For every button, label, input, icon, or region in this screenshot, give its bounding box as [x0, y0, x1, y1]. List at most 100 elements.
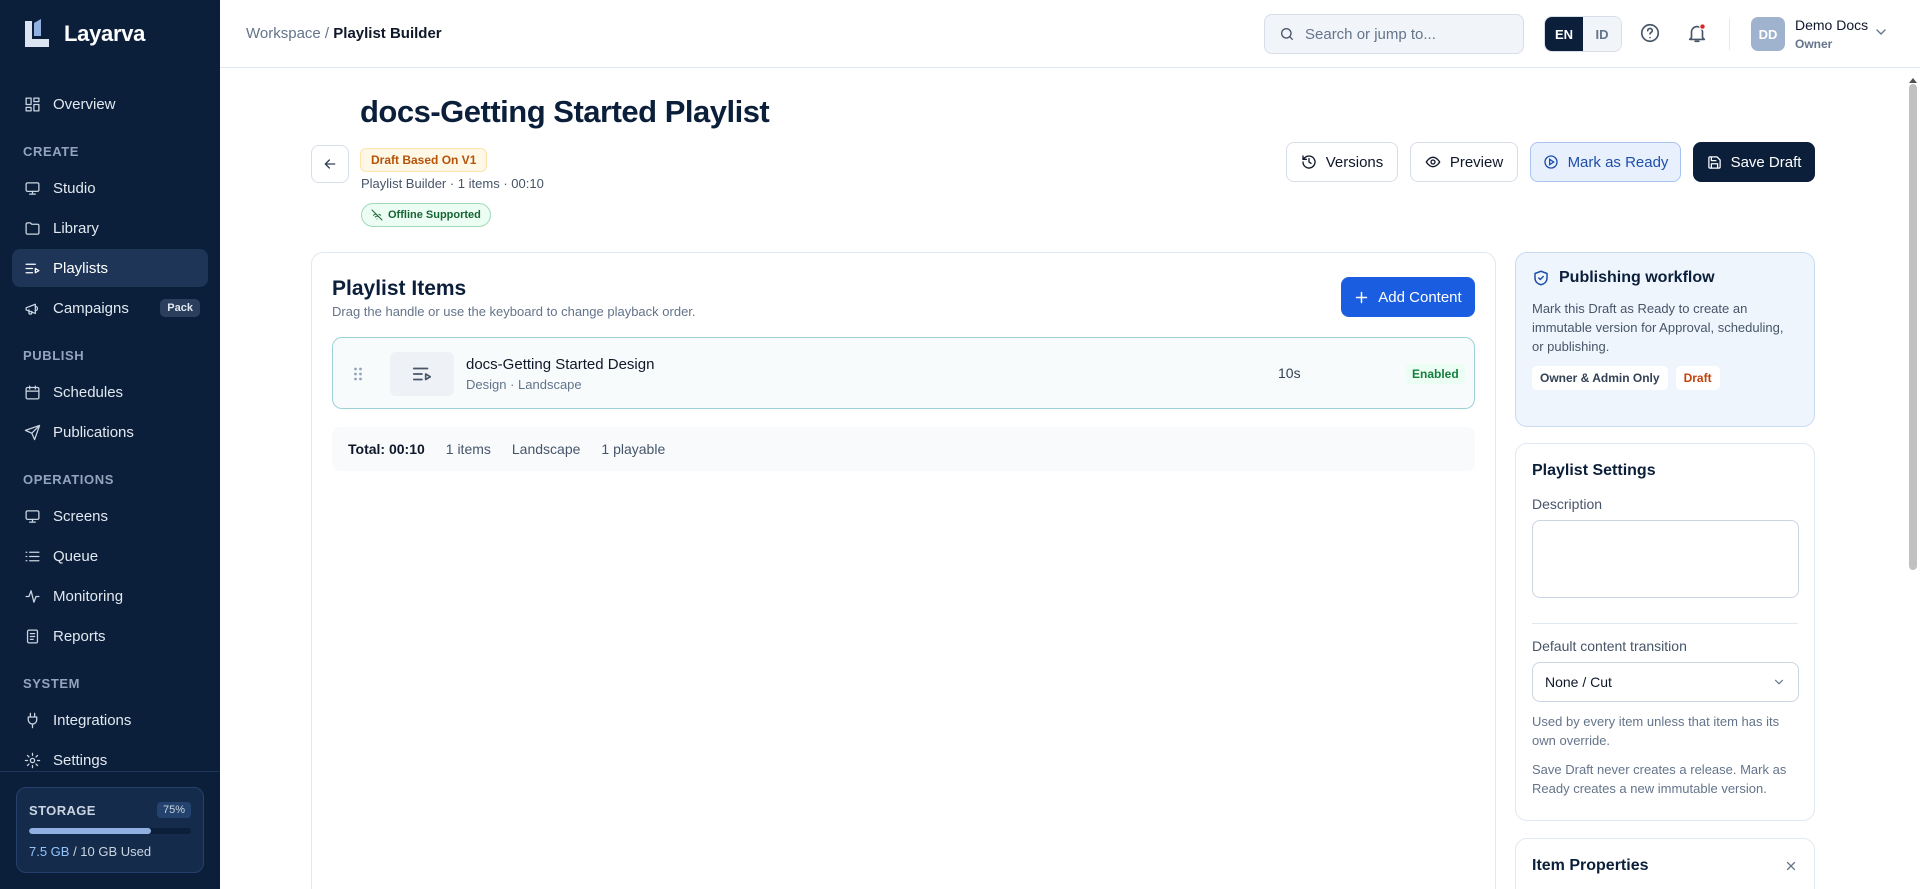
page-title: docs-Getting Started Playlist — [360, 94, 770, 129]
transition-select[interactable]: None / Cut — [1532, 662, 1799, 702]
section-operations: OPERATIONS — [23, 472, 114, 487]
storage-label: STORAGE — [29, 802, 96, 818]
send-icon — [24, 424, 41, 440]
top-header: Workspace / Playlist Builder EN ID DD De… — [220, 0, 1920, 68]
save-draft-button[interactable]: Save Draft — [1693, 142, 1815, 182]
wifi-off-icon — [371, 209, 383, 221]
app-logo[interactable]: Layarva — [22, 18, 145, 50]
publishing-workflow-card: Publishing workflow Mark this Draft as R… — [1515, 252, 1815, 427]
preview-button[interactable]: Preview — [1410, 142, 1518, 182]
search-box[interactable] — [1264, 14, 1524, 54]
breadcrumb-root[interactable]: Workspace / — [246, 25, 333, 42]
scrollbar-thumb[interactable] — [1909, 84, 1917, 570]
mark-ready-label: Mark as Ready — [1567, 153, 1669, 171]
sidebar-divider — [0, 771, 220, 772]
storage-widget: STORAGE 75% 7.5 GB / 10 GB Used — [16, 787, 204, 873]
sidebar-item-label: Screens — [53, 507, 109, 525]
sidebar-item-overview[interactable]: Overview — [12, 85, 208, 123]
item-properties-card: Item Properties — [1515, 838, 1815, 889]
sidebar-item-monitoring[interactable]: Monitoring — [12, 577, 208, 615]
drag-handle-icon[interactable] — [353, 366, 363, 387]
layarva-logo-icon — [22, 19, 52, 49]
sidebar-item-label: Settings — [53, 751, 108, 769]
role-tag: Owner & Admin Only — [1532, 366, 1668, 390]
sidebar-item-label: Queue — [53, 547, 99, 565]
mark-ready-button[interactable]: Mark as Ready — [1530, 142, 1681, 182]
playlist-totals: Total: 00:10 1 items Landscape 1 playabl… — [332, 427, 1475, 471]
user-name[interactable]: Demo Docs — [1795, 17, 1868, 33]
plus-icon — [1356, 291, 1368, 303]
item-properties-title: Item Properties — [1532, 857, 1649, 874]
storage-percent-badge: 75% — [156, 802, 191, 818]
close-icon[interactable] — [1784, 859, 1798, 878]
monitor-icon — [25, 181, 40, 195]
screen-icon — [25, 509, 40, 523]
search-input[interactable] — [1305, 25, 1505, 43]
activity-icon — [25, 589, 40, 603]
history-icon — [1302, 155, 1316, 169]
bell-icon[interactable] — [1686, 22, 1708, 44]
description-field[interactable] — [1532, 520, 1799, 598]
sidebar-item-settings[interactable]: Settings — [12, 741, 208, 779]
list-icon — [25, 551, 40, 561]
item-status-badge: Enabled — [1406, 364, 1465, 384]
total-duration: Total: 00:10 — [348, 441, 425, 457]
sidebar-item-label: Monitoring — [53, 587, 124, 605]
item-name: docs-Getting Started Design — [466, 356, 655, 373]
playlist-icon — [412, 367, 432, 381]
lang-en-button[interactable]: EN — [1545, 17, 1583, 51]
sidebar-item-reports[interactable]: Reports — [12, 617, 208, 655]
total-orientation: Landscape — [511, 441, 581, 457]
sidebar-item-label: Schedules — [53, 383, 124, 401]
sidebar: Layarva Overview CREATE Studio Library P… — [0, 0, 220, 889]
storage-total: / 10 GB Used — [69, 844, 152, 859]
sidebar-item-queue[interactable]: Queue — [12, 537, 208, 575]
sidebar-item-label: Overview — [53, 95, 116, 113]
storage-usage-text: 7.5 GB / 10 GB Used — [29, 844, 191, 859]
sidebar-item-studio[interactable]: Studio — [12, 169, 208, 207]
gear-icon — [24, 752, 41, 768]
playlist-item-row[interactable]: docs-Getting Started Design Design · Lan… — [332, 337, 1475, 409]
scroll-up-arrow[interactable] — [1909, 72, 1917, 83]
arrow-left-icon — [324, 159, 336, 169]
versions-label: Versions — [1325, 153, 1384, 171]
sidebar-item-playlists[interactable]: Playlists — [12, 249, 208, 287]
add-content-button[interactable]: Add Content — [1341, 277, 1475, 317]
storage-progress-fill — [29, 828, 151, 834]
storage-progress-bar — [29, 828, 191, 834]
sidebar-item-publications[interactable]: Publications — [12, 413, 208, 451]
draft-tag: Draft — [1675, 366, 1720, 390]
transition-label: Default content transition — [1532, 638, 1687, 654]
play-circle-icon — [1543, 155, 1558, 169]
sidebar-item-label: Integrations — [53, 711, 132, 729]
section-publish: PUBLISH — [23, 348, 85, 363]
sidebar-item-schedules[interactable]: Schedules — [12, 373, 208, 411]
sidebar-item-campaigns[interactable]: Campaigns Pack — [12, 289, 208, 327]
section-create: CREATE — [23, 144, 80, 159]
versions-button[interactable]: Versions — [1286, 142, 1398, 182]
help-icon[interactable] — [1639, 22, 1661, 44]
workflow-text: Mark this Draft as Ready to create an im… — [1532, 301, 1784, 354]
avatar[interactable]: DD — [1751, 17, 1785, 51]
lang-id-button[interactable]: ID — [1583, 17, 1621, 51]
add-content-label: Add Content — [1378, 288, 1462, 306]
chevron-down-icon[interactable] — [1873, 24, 1889, 40]
breadcrumb-current: Playlist Builder — [333, 25, 442, 42]
back-button[interactable] — [311, 145, 349, 183]
save-icon — [1707, 155, 1721, 169]
header-separator — [1729, 18, 1730, 50]
sidebar-item-integrations[interactable]: Integrations — [12, 701, 208, 739]
sidebar-item-library[interactable]: Library — [12, 209, 208, 247]
transition-value: None / Cut — [1545, 674, 1612, 690]
draft-status-badge: Draft Based On V1 — [360, 148, 488, 172]
preview-label: Preview — [1449, 153, 1504, 171]
dashboard-icon — [25, 96, 40, 112]
playlist-items-title: Playlist Items — [332, 277, 467, 300]
settings-divider — [1532, 623, 1798, 624]
sidebar-item-screens[interactable]: Screens — [12, 497, 208, 535]
settings-title: Playlist Settings — [1532, 462, 1656, 479]
eye-icon — [1425, 156, 1441, 168]
pack-badge: Pack — [160, 299, 200, 317]
total-playable: 1 playable — [601, 441, 666, 457]
save-help: Save Draft never creates a release. Mark… — [1532, 762, 1787, 796]
